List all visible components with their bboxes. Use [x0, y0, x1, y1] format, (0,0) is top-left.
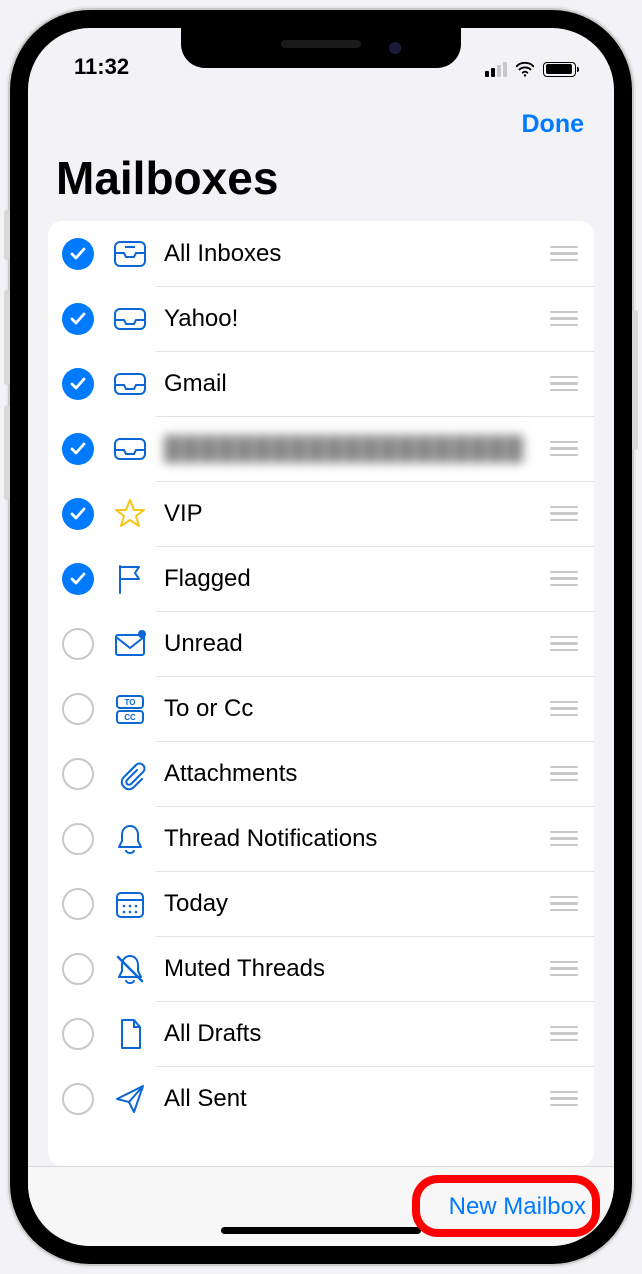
tocc-icon — [110, 691, 150, 727]
unread-icon — [110, 626, 150, 662]
drag-handle-icon[interactable] — [550, 701, 580, 717]
send-icon — [110, 1081, 150, 1117]
mailbox-label: To or Cc — [164, 695, 550, 723]
checked-indicator[interactable] — [62, 368, 94, 400]
mailbox-row[interactable]: Muted Threads — [48, 936, 594, 1001]
mailbox-label: All Drafts — [164, 1020, 550, 1048]
checked-indicator[interactable] — [62, 563, 94, 595]
mailbox-row[interactable]: Yahoo! — [48, 286, 594, 351]
drag-handle-icon[interactable] — [550, 961, 580, 977]
mailbox-label: Gmail — [164, 370, 550, 398]
checked-indicator[interactable] — [62, 303, 94, 335]
bell-icon — [110, 821, 150, 857]
drag-handle-icon[interactable] — [550, 831, 580, 847]
drag-handle-icon[interactable] — [550, 571, 580, 587]
mailbox-row[interactable]: Flagged — [48, 546, 594, 611]
paperclip-icon — [110, 756, 150, 792]
drag-handle-icon[interactable] — [550, 441, 580, 457]
drag-handle-icon[interactable] — [550, 1026, 580, 1042]
phone-frame: 11:32 Done Mailboxes All Inboxes Yahoo! Gm… — [10, 10, 632, 1264]
drag-handle-icon[interactable] — [550, 506, 580, 522]
unchecked-indicator[interactable] — [62, 1018, 94, 1050]
mailbox-row[interactable]: VIP — [48, 481, 594, 546]
mailbox-label: All Sent — [164, 1085, 550, 1113]
mailbox-row[interactable]: Unread — [48, 611, 594, 676]
calendar-icon — [110, 886, 150, 922]
mailbox-row[interactable]: Attachments — [48, 741, 594, 806]
mailbox-label: Flagged — [164, 565, 550, 593]
drag-handle-icon[interactable] — [550, 766, 580, 782]
mailbox-label: Today — [164, 890, 550, 918]
done-button[interactable]: Done — [522, 110, 585, 139]
inbox-icon — [110, 431, 150, 467]
nav-bar: Done — [28, 82, 614, 143]
side-button — [4, 210, 10, 260]
mailbox-label: Muted Threads — [164, 955, 550, 983]
mailbox-label: Unread — [164, 630, 550, 658]
status-time: 11:32 — [74, 54, 129, 80]
notch — [181, 28, 461, 68]
drag-handle-icon[interactable] — [550, 1091, 580, 1107]
checked-indicator[interactable] — [62, 433, 94, 465]
inbox-icon — [110, 301, 150, 337]
cellular-signal-icon — [485, 62, 507, 77]
unchecked-indicator[interactable] — [62, 953, 94, 985]
drag-handle-icon[interactable] — [550, 376, 580, 392]
mailbox-label: VIP — [164, 500, 550, 528]
all-inboxes-icon — [110, 236, 150, 272]
unchecked-indicator[interactable] — [62, 693, 94, 725]
drag-handle-icon[interactable] — [550, 246, 580, 262]
mailbox-row[interactable]: All Drafts — [48, 1001, 594, 1066]
screen: 11:32 Done Mailboxes All Inboxes Yahoo! Gm… — [28, 28, 614, 1246]
inbox-icon — [110, 366, 150, 402]
checked-indicator[interactable] — [62, 238, 94, 270]
mailbox-label: Attachments — [164, 760, 550, 788]
star-icon — [110, 496, 150, 532]
power-button — [632, 310, 638, 450]
unchecked-indicator[interactable] — [62, 1083, 94, 1115]
new-mailbox-button[interactable]: New Mailbox — [449, 1193, 586, 1221]
wifi-icon — [514, 58, 536, 80]
mailbox-row[interactable]: Today — [48, 871, 594, 936]
drag-handle-icon[interactable] — [550, 896, 580, 912]
mailbox-row[interactable]: Thread Notifications — [48, 806, 594, 871]
page-title: Mailboxes — [28, 143, 614, 221]
draft-icon — [110, 1016, 150, 1052]
flag-icon — [110, 561, 150, 597]
mailbox-row[interactable]: All Sent — [48, 1066, 594, 1131]
volume-up-button — [4, 290, 10, 385]
mailbox-label: Yahoo! — [164, 305, 550, 333]
toolbar: New Mailbox — [28, 1166, 614, 1246]
mailbox-list: All Inboxes Yahoo! Gmail ██████████████████… — [48, 221, 594, 1166]
volume-down-button — [4, 405, 10, 500]
unchecked-indicator[interactable] — [62, 758, 94, 790]
home-indicator[interactable] — [221, 1227, 421, 1234]
mailbox-row[interactable]: ████████████████████ — [48, 416, 594, 481]
drag-handle-icon[interactable] — [550, 311, 580, 327]
mailbox-label: ████████████████████ — [164, 435, 550, 463]
drag-handle-icon[interactable] — [550, 636, 580, 652]
mailbox-row[interactable]: All Inboxes — [48, 221, 594, 286]
unchecked-indicator[interactable] — [62, 888, 94, 920]
mailbox-row[interactable]: To or Cc — [48, 676, 594, 741]
unchecked-indicator[interactable] — [62, 628, 94, 660]
bell-slash-icon — [110, 951, 150, 987]
mailbox-label: Thread Notifications — [164, 825, 550, 853]
mailbox-label: All Inboxes — [164, 240, 550, 268]
mailbox-row[interactable]: Gmail — [48, 351, 594, 416]
unchecked-indicator[interactable] — [62, 823, 94, 855]
battery-icon — [543, 62, 576, 77]
checked-indicator[interactable] — [62, 498, 94, 530]
